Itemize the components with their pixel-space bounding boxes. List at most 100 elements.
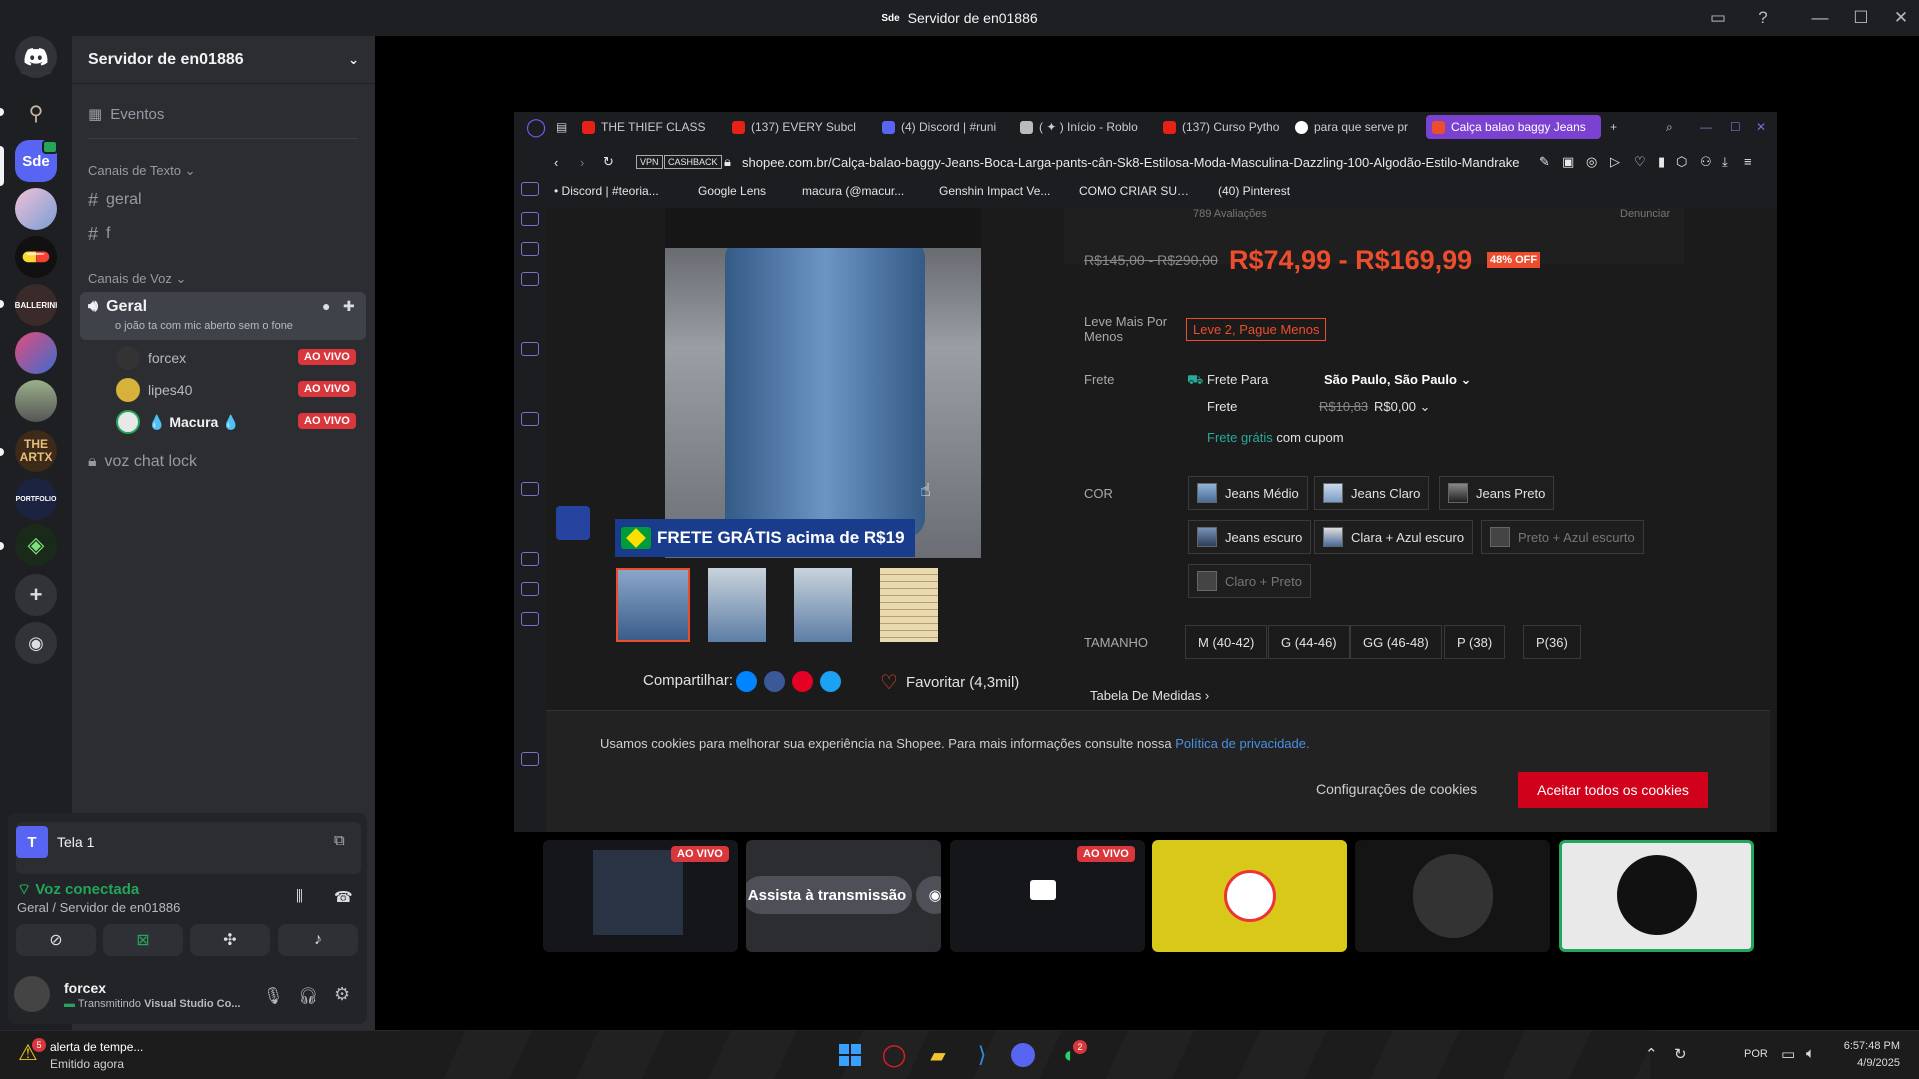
- browser-tab[interactable]: para que serve pr: [1289, 112, 1429, 142]
- chat-icon[interactable]: ●: [322, 298, 330, 314]
- accept-cookies-button[interactable]: Aceitar todos os cookies: [1518, 772, 1708, 808]
- disconnect-icon[interactable]: ☎︎: [334, 888, 353, 906]
- color-option[interactable]: Clara + Azul escuro: [1314, 520, 1474, 554]
- bookmark[interactable]: Genshin Impact Ve...: [939, 184, 1054, 198]
- network-icon[interactable]: ▭: [1781, 1045, 1795, 1063]
- color-option[interactable]: Jeans Médio: [1188, 476, 1308, 510]
- sidebar-icon[interactable]: [521, 272, 539, 286]
- file-explorer-icon[interactable]: ▰: [923, 1040, 953, 1070]
- twitter-icon[interactable]: [820, 671, 841, 692]
- size-chart-thumbnail[interactable]: [880, 568, 938, 642]
- sidebar-icon[interactable]: [521, 242, 539, 256]
- close-icon[interactable]: ✕: [1883, 4, 1919, 32]
- tab-manager-icon[interactable]: ▤: [550, 112, 573, 142]
- popout-icon[interactable]: ⧉: [334, 832, 345, 849]
- promo-tag[interactable]: Leve 2, Pague Menos: [1186, 318, 1327, 341]
- settings-gear-icon[interactable]: ⚙: [334, 984, 350, 1005]
- promo-icon[interactable]: [556, 506, 590, 540]
- server-artx-icon[interactable]: THE ARTX: [15, 430, 57, 472]
- server-landscape-icon[interactable]: [15, 380, 57, 422]
- vscode-icon[interactable]: ⟩: [967, 1040, 997, 1070]
- profile-icon[interactable]: ⚇: [1700, 154, 1712, 170]
- thumbnail[interactable]: [794, 568, 852, 642]
- send-icon[interactable]: ▷: [1610, 154, 1620, 170]
- tray-chevron-icon[interactable]: ⌃: [1645, 1045, 1658, 1063]
- bookmark[interactable]: macura (@macur...: [802, 184, 917, 198]
- menu-icon[interactable]: ≡: [1744, 154, 1752, 169]
- participant-tile-speaking[interactable]: [1559, 840, 1754, 952]
- camera-off-button[interactable]: ⊘: [16, 924, 96, 956]
- language-indicator[interactable]: POR: [1744, 1048, 1768, 1060]
- forward-icon[interactable]: ›: [580, 155, 584, 170]
- opera-icon[interactable]: ◯: [879, 1040, 909, 1070]
- server-header[interactable]: Servidor de en01886 ⌄: [72, 36, 375, 84]
- sidebar-icon[interactable]: [521, 482, 539, 496]
- server-pill-icon[interactable]: 💊: [15, 236, 57, 278]
- report-link[interactable]: Denunciar: [1620, 208, 1670, 220]
- inbox-icon[interactable]: ▭: [1700, 4, 1736, 32]
- freight-new[interactable]: R$0,00 ⌄: [1374, 399, 1430, 415]
- channel-voz-chat-lock[interactable]: 🔒︎ voz chat lock: [88, 450, 197, 474]
- download-icon[interactable]: ⤓: [1722, 154, 1728, 170]
- participant-tile[interactable]: [1355, 840, 1550, 952]
- shield-icon[interactable]: ◎: [1586, 154, 1597, 170]
- size-option[interactable]: GG (46-48): [1350, 625, 1442, 659]
- product-image[interactable]: [665, 208, 981, 558]
- bookmark[interactable]: COMO CRIAR SUA...: [1079, 184, 1194, 198]
- sidebar-icon[interactable]: [521, 612, 539, 626]
- bookmark[interactable]: (40) Pinterest: [1218, 184, 1333, 198]
- add-server-icon[interactable]: +: [15, 574, 57, 616]
- activities-button[interactable]: ✣: [190, 924, 270, 956]
- user-avatar[interactable]: [14, 976, 50, 1012]
- size-option[interactable]: G (44-46): [1268, 625, 1350, 659]
- camera-icon[interactable]: ▣: [1562, 154, 1574, 170]
- thumbnail[interactable]: [708, 568, 766, 642]
- facebook-icon[interactable]: [764, 671, 785, 692]
- heart-icon[interactable]: ♡: [1634, 154, 1646, 170]
- minimize-icon[interactable]: —: [1694, 112, 1718, 142]
- color-option[interactable]: Jeans escuro: [1188, 520, 1312, 554]
- participant-tile[interactable]: [1152, 840, 1347, 952]
- size-table-link[interactable]: Tabela De Medidas ›: [1090, 688, 1209, 703]
- microphone-icon[interactable]: 🎙︎: [263, 986, 283, 1006]
- server-ballerini-icon[interactable]: BALLERINI: [15, 284, 57, 326]
- clock-date[interactable]: 4/9/2025: [1830, 1057, 1900, 1069]
- size-option[interactable]: P(36): [1523, 625, 1581, 659]
- server-figure-icon[interactable]: ⚲: [15, 92, 57, 134]
- url-field[interactable]: shopee.com.br/Calça-balao-baggy-Jeans-Bo…: [742, 155, 1524, 170]
- voice-location[interactable]: Geral / Servidor de en01886: [17, 900, 180, 915]
- clock-time[interactable]: 6:57:48 PM: [1830, 1040, 1900, 1052]
- volume-icon[interactable]: 🔈︎: [1806, 1045, 1815, 1062]
- bookmark[interactable]: • Discord | #teoria...: [554, 184, 664, 198]
- color-option[interactable]: Jeans Preto: [1439, 476, 1555, 510]
- favorite-button[interactable]: ♡ Favoritar (4,3mil): [880, 670, 1019, 695]
- reload-icon[interactable]: ↻: [603, 154, 614, 170]
- channel-f[interactable]: # f: [88, 222, 110, 246]
- tray-app-icon[interactable]: ↻: [1674, 1045, 1687, 1063]
- notification-title[interactable]: alerta de tempe...: [50, 1040, 143, 1054]
- thumbnail[interactable]: [616, 568, 690, 642]
- eye-icon[interactable]: ◉: [916, 876, 941, 914]
- browser-tab-active[interactable]: Calça balao baggy Jeans: [1426, 115, 1601, 139]
- server-portfolio-icon[interactable]: PORTFOLIO: [15, 478, 57, 520]
- cookie-settings-button[interactable]: Configurações de cookies: [1316, 781, 1477, 797]
- browser-tab[interactable]: (4) Discord | #runi: [876, 112, 1016, 142]
- screen-share-button[interactable]: ⊠: [103, 924, 183, 956]
- discord-taskbar-icon[interactable]: [1011, 1043, 1035, 1067]
- server-game-icon[interactable]: [15, 332, 57, 374]
- new-tab-icon[interactable]: +: [1604, 112, 1623, 142]
- headphones-icon[interactable]: 🎧︎: [298, 986, 318, 1006]
- sidebar-icon[interactable]: [521, 552, 539, 566]
- sidebar-icon[interactable]: [521, 342, 539, 356]
- stream-tile[interactable]: Assista à transmissão ◉: [746, 840, 941, 952]
- browser-tab[interactable]: (137) Curso Pytho: [1157, 112, 1297, 142]
- pinterest-icon[interactable]: [792, 671, 813, 692]
- browser-tab[interactable]: THE THIEF CLASS: [576, 112, 716, 142]
- sidebar-icon[interactable]: [521, 182, 539, 196]
- channel-geral[interactable]: # geral: [88, 188, 142, 212]
- color-option[interactable]: Jeans Claro: [1314, 476, 1430, 510]
- voice-category[interactable]: Canais de Voz ⌄: [88, 271, 186, 287]
- maximize-icon[interactable]: ☐: [1843, 4, 1879, 32]
- messenger-icon[interactable]: [736, 671, 757, 692]
- explore-icon[interactable]: ◉: [15, 622, 57, 664]
